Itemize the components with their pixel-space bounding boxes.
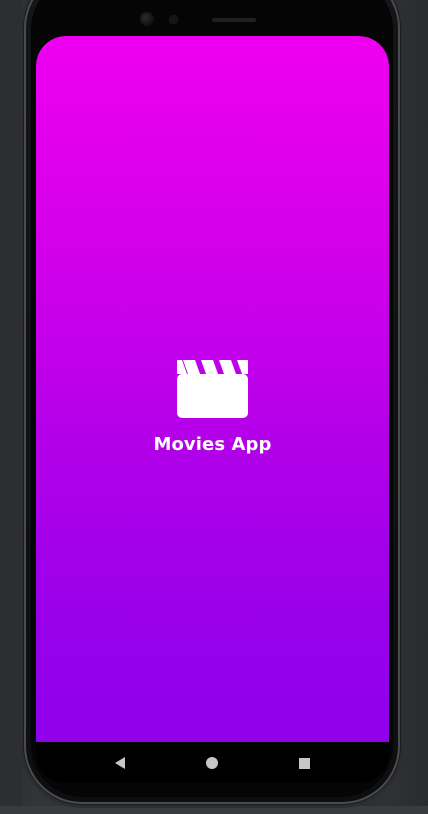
home-button[interactable] xyxy=(201,752,223,774)
recent-apps-button[interactable] xyxy=(293,752,315,774)
earpiece-speaker xyxy=(212,18,256,22)
bottom-strip xyxy=(0,806,428,814)
device-frame-stage: Movies App xyxy=(0,0,428,814)
app-title: Movies App xyxy=(153,434,272,455)
left-rail xyxy=(0,0,22,814)
clapperboard-icon xyxy=(177,360,248,418)
sensor-icon xyxy=(169,15,178,24)
splash-screen: Movies App xyxy=(36,36,389,742)
front-camera-icon xyxy=(140,12,154,26)
system-navigation-bar xyxy=(36,742,389,783)
recent-square-icon xyxy=(298,757,310,769)
back-triangle-icon xyxy=(115,757,125,769)
back-button[interactable] xyxy=(109,752,131,774)
phone-screen: Movies App xyxy=(36,36,389,783)
home-circle-icon xyxy=(206,757,218,769)
